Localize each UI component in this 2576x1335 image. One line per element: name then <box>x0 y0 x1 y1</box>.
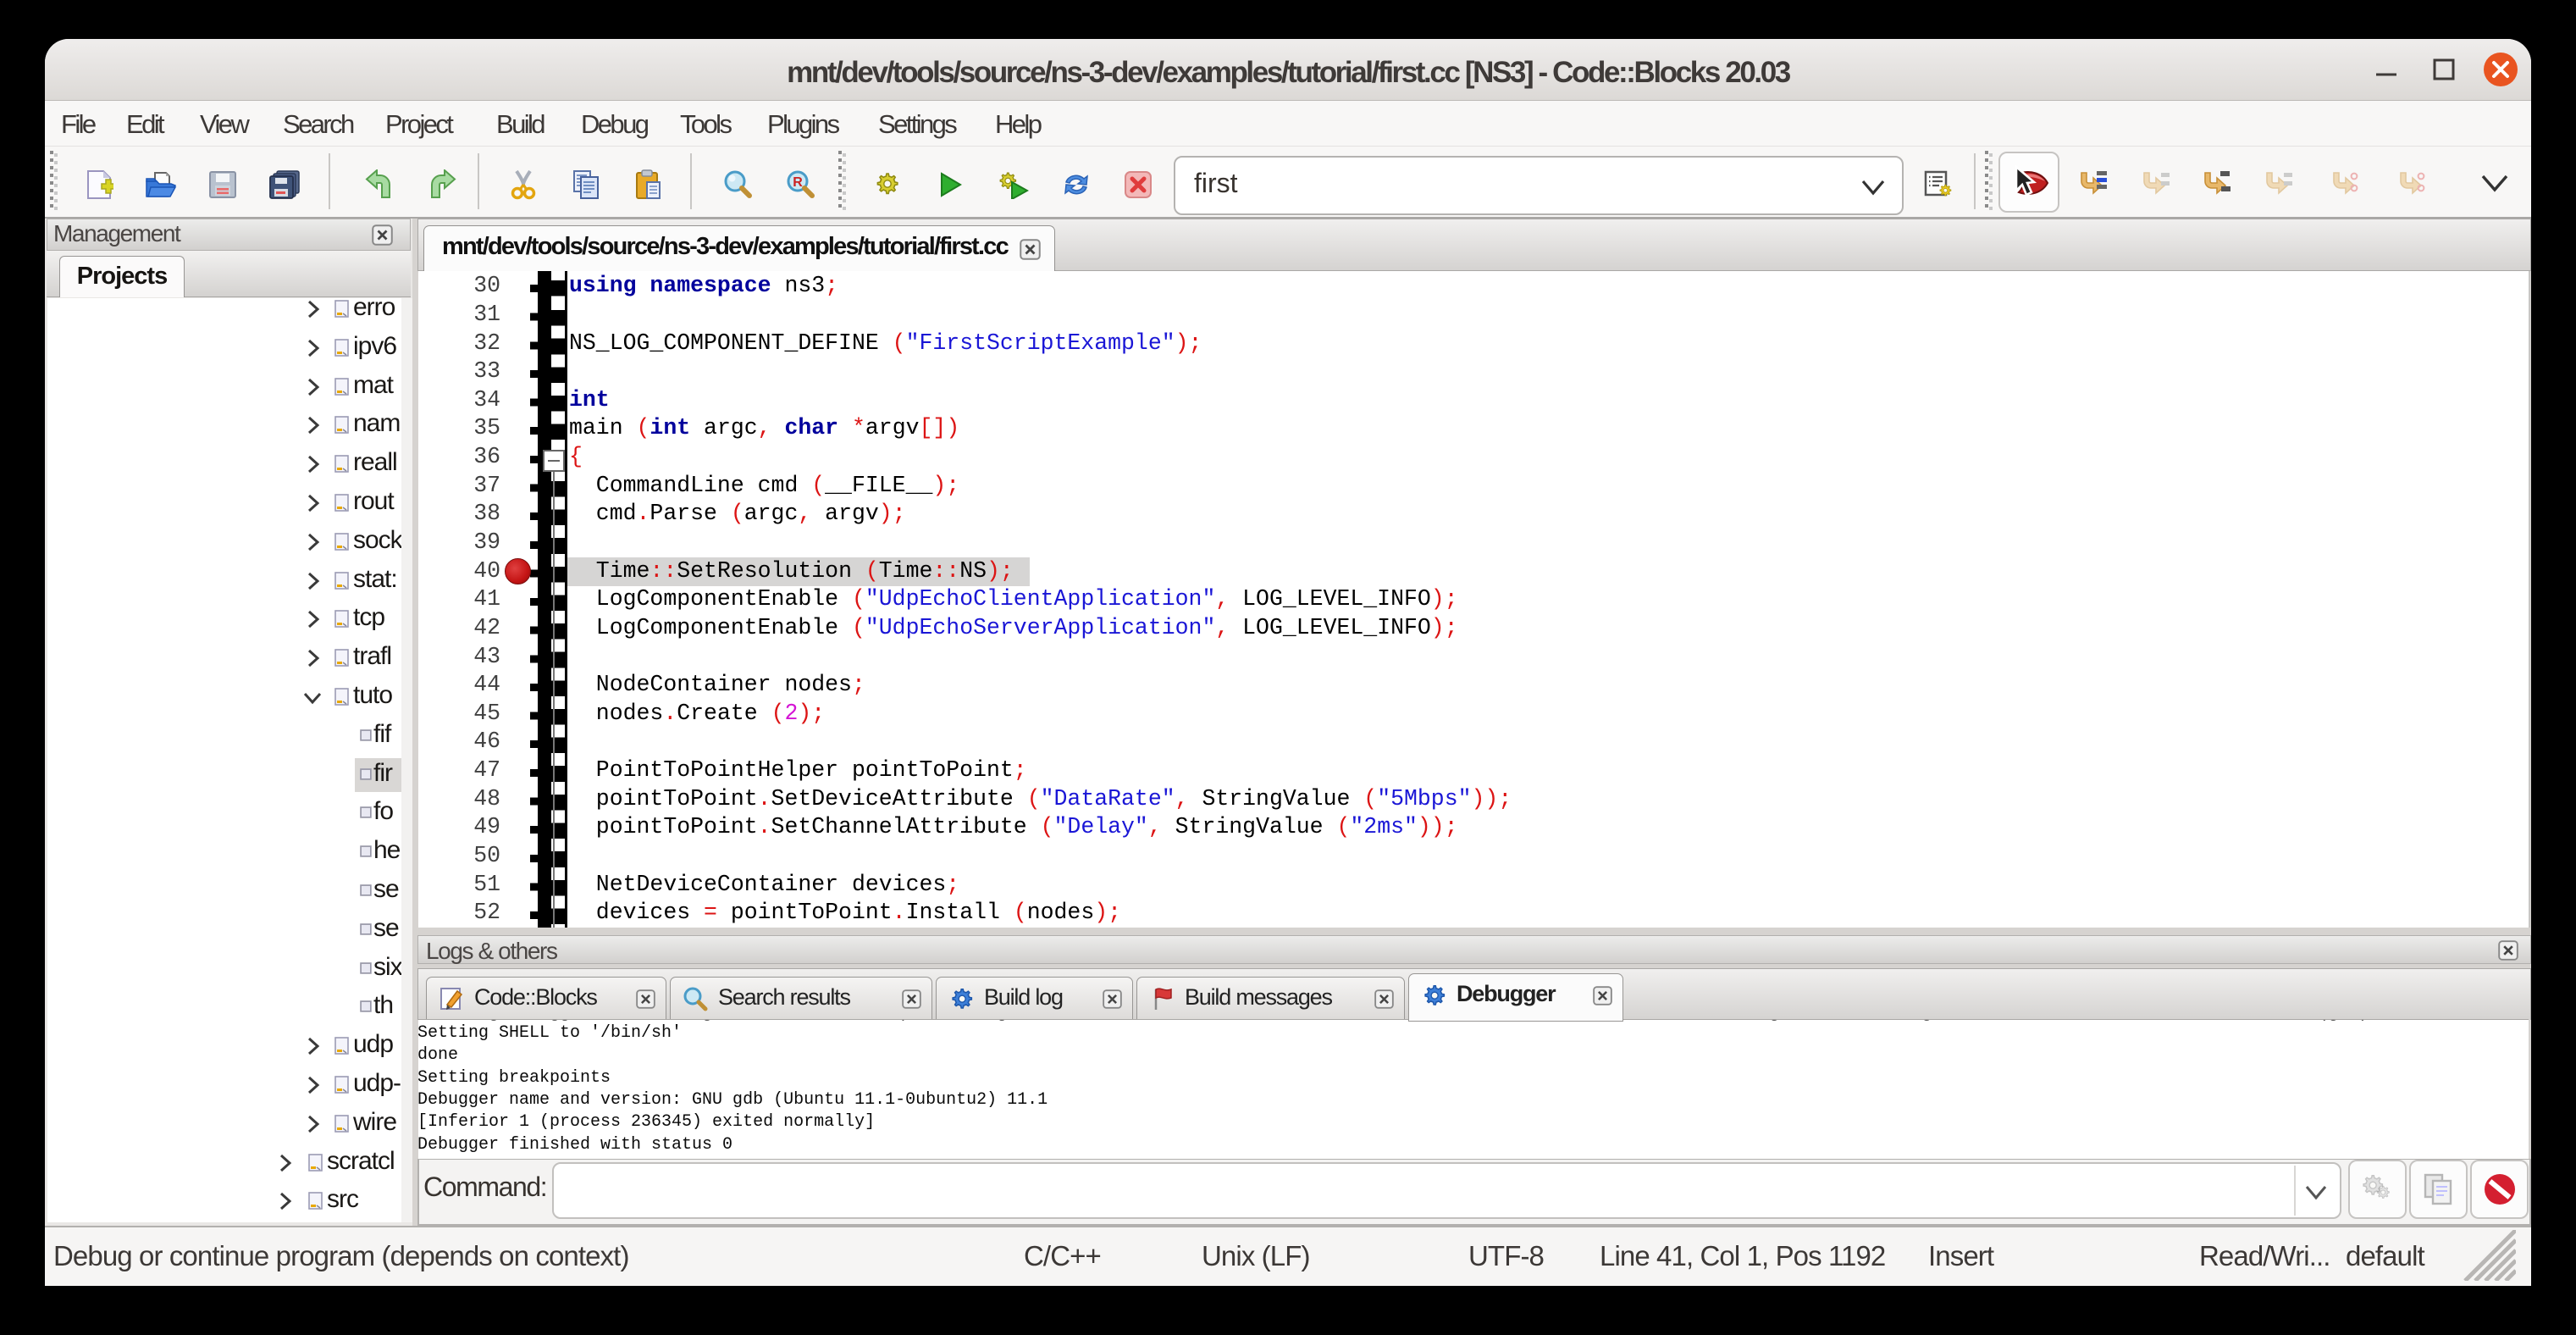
svg-text:R: R <box>793 175 803 190</box>
